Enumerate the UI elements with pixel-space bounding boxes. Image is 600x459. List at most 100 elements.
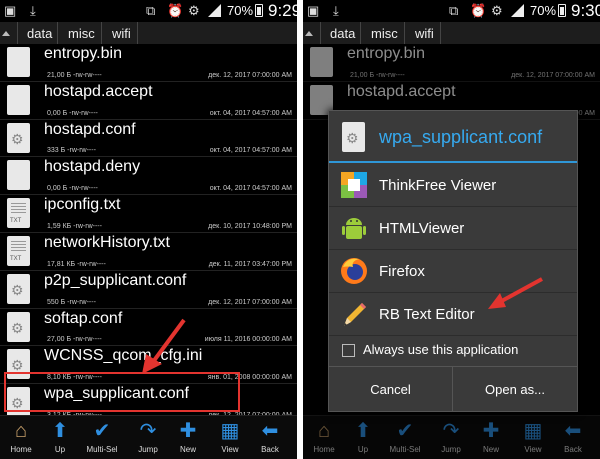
thinkfree-icon xyxy=(341,172,367,198)
toolbar-label: Jump xyxy=(138,445,158,454)
alarm-icon: ⏰ xyxy=(470,3,487,18)
app-label: HTMLViewer xyxy=(379,220,465,237)
blank-file-icon xyxy=(7,160,30,191)
file-size-perms: 0,00 Б -rw-rw---- xyxy=(47,109,98,117)
file-name: hostapd.conf xyxy=(44,120,136,138)
file-row[interactable]: networkHistory.txt 17,81 КБ -rw-rw---- дек… xyxy=(0,233,297,271)
text-file-icon xyxy=(7,198,30,229)
toolbar-label: Multi-Sel xyxy=(86,445,118,454)
file-size-perms: 550 Б -rw-rw---- xyxy=(47,298,96,306)
status-bar: ▣ ⤓ ⧉ ⏰ ⚙ 70% 9:30 xyxy=(303,0,600,22)
open-with-dialog: wpa_supplicant.conf ThinkFree Viewer HTM… xyxy=(328,110,578,412)
checkmark-icon: ✔ xyxy=(93,420,111,442)
file-date: дек. 10, 2017 10:48:00 PM xyxy=(208,222,292,230)
home-icon: ⌂ xyxy=(14,420,28,442)
nfc-icon: ⚙ xyxy=(188,3,200,18)
file-row[interactable]: hostapd.accept 0,00 Б -rw-rw---- окт. 04, … xyxy=(0,82,297,120)
file-name: hostapd.accept xyxy=(44,82,153,100)
file-date: окт. 04, 2017 04:57:00 AM xyxy=(209,185,292,193)
divider xyxy=(440,22,441,44)
cancel-button[interactable]: Cancel xyxy=(329,367,453,412)
config-file-icon xyxy=(7,311,30,342)
config-file-icon xyxy=(7,273,30,304)
download-icon: ⤓ xyxy=(30,3,36,18)
breadcrumb-misc[interactable]: misc xyxy=(371,26,398,41)
app-label: Firefox xyxy=(379,263,425,280)
battery-icon xyxy=(255,4,263,17)
file-row[interactable]: p2p_supplicant.conf 550 Б -rw-rw---- дек. … xyxy=(0,271,297,309)
breadcrumb: data misc wifi xyxy=(303,22,600,44)
text-file-icon xyxy=(7,235,30,266)
file-size-perms: 333 Б -rw-rw---- xyxy=(47,147,96,155)
file-row[interactable]: hostapd.conf 333 Б -rw-rw---- окт. 04, 201… xyxy=(0,120,297,158)
file-size-perms: 17,81 КБ -rw-rw---- xyxy=(47,260,106,268)
dialog-buttons: Cancel Open as... xyxy=(329,366,577,412)
highlight-box xyxy=(4,372,240,412)
breadcrumb-wifi[interactable]: wifi xyxy=(112,26,131,41)
nfc-icon: ⚙ xyxy=(491,3,503,18)
breadcrumb-misc[interactable]: misc xyxy=(68,26,95,41)
app-option-thinkfree[interactable]: ThinkFree Viewer xyxy=(329,165,577,207)
toolbar-label: Back xyxy=(261,445,279,454)
toolbar-view-button[interactable]: ▦ View xyxy=(210,416,250,459)
signal-icon xyxy=(511,4,524,17)
battery-percent: 70% xyxy=(227,3,254,18)
file-row[interactable]: ipconfig.txt 1,59 КБ -rw-rw---- дек. 10, 2… xyxy=(0,195,297,233)
screenshot-icon: ⧉ xyxy=(146,3,156,18)
open-as-button[interactable]: Open as... xyxy=(453,367,577,412)
dialog-title: wpa_supplicant.conf xyxy=(379,127,543,147)
file-row[interactable]: hostapd.deny 0,00 Б -rw-rw---- окт. 04, 20… xyxy=(0,157,297,196)
toolbar-new-button[interactable]: ✚ New xyxy=(168,416,208,459)
file-size-perms: 27,00 Б -rw-rw---- xyxy=(47,336,102,344)
root-icon[interactable] xyxy=(2,27,10,36)
toolbar-back-button[interactable]: ⬅ Back xyxy=(250,416,290,459)
breadcrumb: data misc wifi xyxy=(0,22,297,44)
breadcrumb-data[interactable]: data xyxy=(330,26,355,41)
file-date: окт. 04, 2017 04:57:00 AM xyxy=(209,147,292,155)
divider xyxy=(360,22,361,44)
breadcrumb-wifi[interactable]: wifi xyxy=(415,26,434,41)
red-arrow-icon xyxy=(142,318,186,374)
blank-file-icon xyxy=(7,47,30,77)
toolbar-label: View xyxy=(221,445,239,454)
divider xyxy=(57,22,58,44)
file-row[interactable]: entropy.bin 21,00 Б -rw-rw---- дек. 12, 20… xyxy=(0,44,297,82)
right-screen: ▣ ⤓ ⧉ ⏰ ⚙ 70% 9:30 data misc wifi entrop… xyxy=(303,0,600,459)
red-arrow-icon xyxy=(488,277,543,309)
grid-icon: ▦ xyxy=(220,420,240,442)
toolbar-label: New xyxy=(179,445,196,454)
always-use-label: Always use this application xyxy=(363,342,519,357)
battery-icon xyxy=(558,4,566,17)
file-size-perms: 0,00 Б -rw-rw---- xyxy=(47,185,98,193)
file-name: softap.conf xyxy=(44,309,123,327)
divider xyxy=(101,22,102,44)
divider xyxy=(404,22,405,44)
config-file-icon xyxy=(342,122,365,152)
toolbar-up-button[interactable]: ⬆ Up xyxy=(40,416,80,459)
file-date: июля 11, 2016 00:00:00 AM xyxy=(204,336,292,344)
breadcrumb-data[interactable]: data xyxy=(27,26,52,41)
toolbar-home-button[interactable]: ⌂ Home xyxy=(1,416,41,459)
toolbar-multisel-button[interactable]: ✔ Multi-Sel xyxy=(82,416,122,459)
file-date: дек. 12, 2017 07:00:00 AM xyxy=(208,298,292,306)
file-size-perms: 21,00 Б -rw-rw---- xyxy=(47,71,102,79)
file-name: networkHistory.txt xyxy=(44,233,170,251)
file-size-perms: 1,59 КБ -rw-rw---- xyxy=(47,222,102,230)
app-label: ThinkFree Viewer xyxy=(379,177,497,194)
download-icon: ⤓ xyxy=(333,3,339,18)
file-name: p2p_supplicant.conf xyxy=(44,271,187,289)
alarm-icon: ⏰ xyxy=(167,3,184,18)
toolbar-jump-button[interactable]: ↷ Jump xyxy=(128,416,168,459)
battery-percent: 70% xyxy=(530,3,557,18)
jump-arrow-icon: ↷ xyxy=(139,420,157,442)
left-screen: ▣ ⤓ ⧉ ⏰ ⚙ 70% 9:29 data misc wifi entrop… xyxy=(0,0,297,459)
app-option-htmlviewer[interactable]: HTMLViewer xyxy=(329,208,577,250)
file-name: entropy.bin xyxy=(44,45,122,62)
always-use-checkbox[interactable] xyxy=(342,344,355,357)
screenshot-icon: ⧉ xyxy=(449,3,459,18)
root-icon[interactable] xyxy=(305,27,313,36)
file-name: ipconfig.txt xyxy=(44,196,121,214)
file-date: дек. 11, 2017 03:47:00 PM xyxy=(208,260,292,268)
blank-file-icon xyxy=(7,84,30,115)
plus-icon: ✚ xyxy=(179,420,197,442)
